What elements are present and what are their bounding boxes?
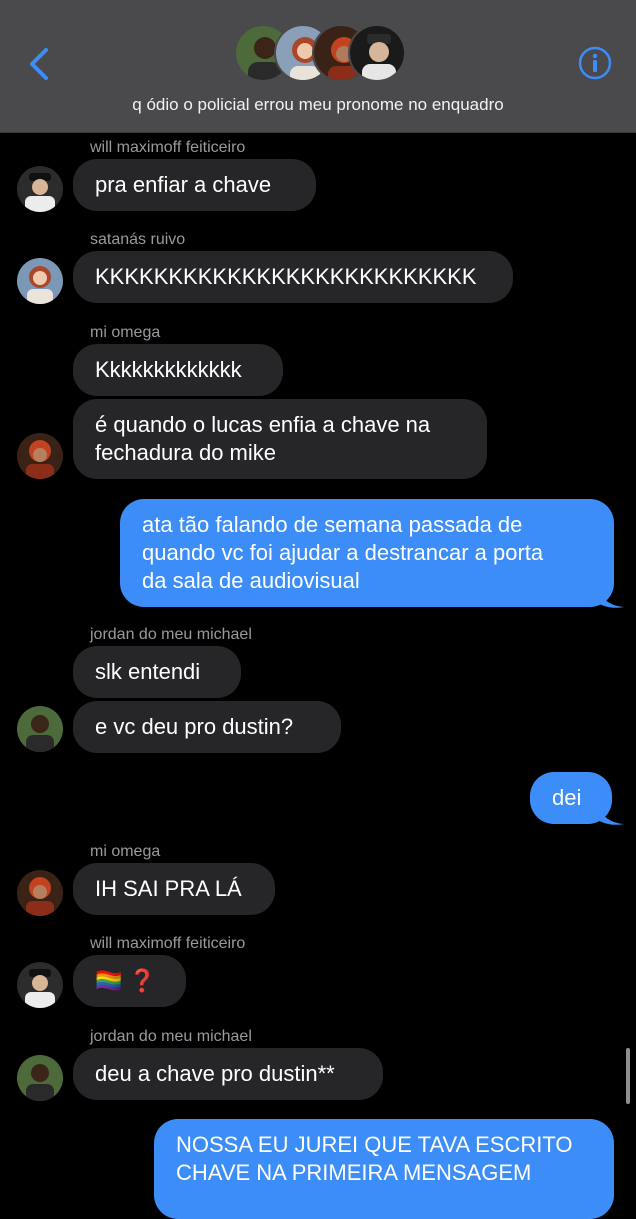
message-bubble[interactable]: Kkkkkkkkkkkkk xyxy=(73,344,283,396)
sent-message-bubble[interactable]: ata tão falando de semana passada de qua… xyxy=(120,499,614,607)
scrollbar[interactable] xyxy=(626,1048,630,1104)
group-name[interactable]: q ódio o policial errou meu pronome no e… xyxy=(0,95,636,115)
message-bubble[interactable]: e vc deu pro dustin? xyxy=(73,701,341,753)
sender-name: jordan do meu michael xyxy=(90,626,252,643)
message-text-line: fechadura do mike xyxy=(95,440,276,465)
avatar[interactable] xyxy=(17,166,63,212)
sender-name: will maximoff feiticeiro xyxy=(90,935,246,952)
info-button[interactable] xyxy=(578,46,612,80)
chevron-left-icon xyxy=(30,48,48,80)
message-text-line: CHAVE NA PRIMEIRA MENSAGEM xyxy=(176,1160,532,1185)
sent-message-bubble[interactable]: NOSSA EU JUREI QUE TAVA ESCRITO CHAVE NA… xyxy=(154,1119,614,1219)
back-button[interactable] xyxy=(26,46,56,82)
sender-name: jordan do meu michael xyxy=(90,1028,252,1045)
message-text: deu a chave pro dustin** xyxy=(95,1061,335,1086)
message-bubble[interactable]: deu a chave pro dustin** xyxy=(73,1048,383,1100)
bubble-tail xyxy=(598,585,624,608)
chat-header: q ódio o policial errou meu pronome no e… xyxy=(0,0,636,133)
message-bubble[interactable]: 🏳️‍🌈 ❓ xyxy=(73,955,186,1007)
message-bubble[interactable]: slk entendi xyxy=(73,646,241,698)
message-text: e vc deu pro dustin? xyxy=(95,714,294,739)
message-text: slk entendi xyxy=(95,659,201,684)
message-text: dei xyxy=(552,785,582,810)
message-text-line: da sala de audiovisual xyxy=(142,568,360,593)
bubble-tail xyxy=(598,802,624,825)
message-text-line: é quando o lucas enfia a chave na xyxy=(95,412,431,437)
message-text-line: ata tão falando de semana passada de xyxy=(142,512,523,537)
message-bubble[interactable]: IH SAI PRA LÁ xyxy=(73,863,275,915)
sender-name: mi omega xyxy=(90,843,161,860)
message-bubble[interactable]: pra enfiar a chave xyxy=(73,159,316,211)
avatar[interactable] xyxy=(17,258,63,304)
message-text: Kkkkkkkkkkkkk xyxy=(95,357,242,382)
message-text-line: NOSSA EU JUREI QUE TAVA ESCRITO xyxy=(176,1132,573,1157)
sender-name: will maximoff feiticeiro xyxy=(90,139,246,156)
avatar[interactable] xyxy=(17,870,63,916)
message-text: KKKKKKKKKKKKKKKKKKKKKKKKKK xyxy=(95,264,477,289)
sender-name: mi omega xyxy=(90,324,161,341)
group-avatars[interactable] xyxy=(234,24,406,82)
message-text: 🏳️‍🌈 ❓ xyxy=(95,968,156,993)
message-text-line: quando vc foi ajudar a destrancar a port… xyxy=(142,540,544,565)
avatar[interactable] xyxy=(17,706,63,752)
message-bubble[interactable]: é quando o lucas enfia a chave na fechad… xyxy=(73,399,487,479)
avatar[interactable] xyxy=(17,433,63,479)
message-text: IH SAI PRA LÁ xyxy=(95,876,242,901)
group-avatar-4 xyxy=(348,24,406,82)
message-bubble[interactable]: KKKKKKKKKKKKKKKKKKKKKKKKKK xyxy=(73,251,513,303)
message-text: pra enfiar a chave xyxy=(95,172,272,197)
sender-name: satanás ruivo xyxy=(90,231,186,248)
avatar[interactable] xyxy=(17,962,63,1008)
avatar[interactable] xyxy=(17,1055,63,1101)
info-circle-icon xyxy=(578,46,612,80)
